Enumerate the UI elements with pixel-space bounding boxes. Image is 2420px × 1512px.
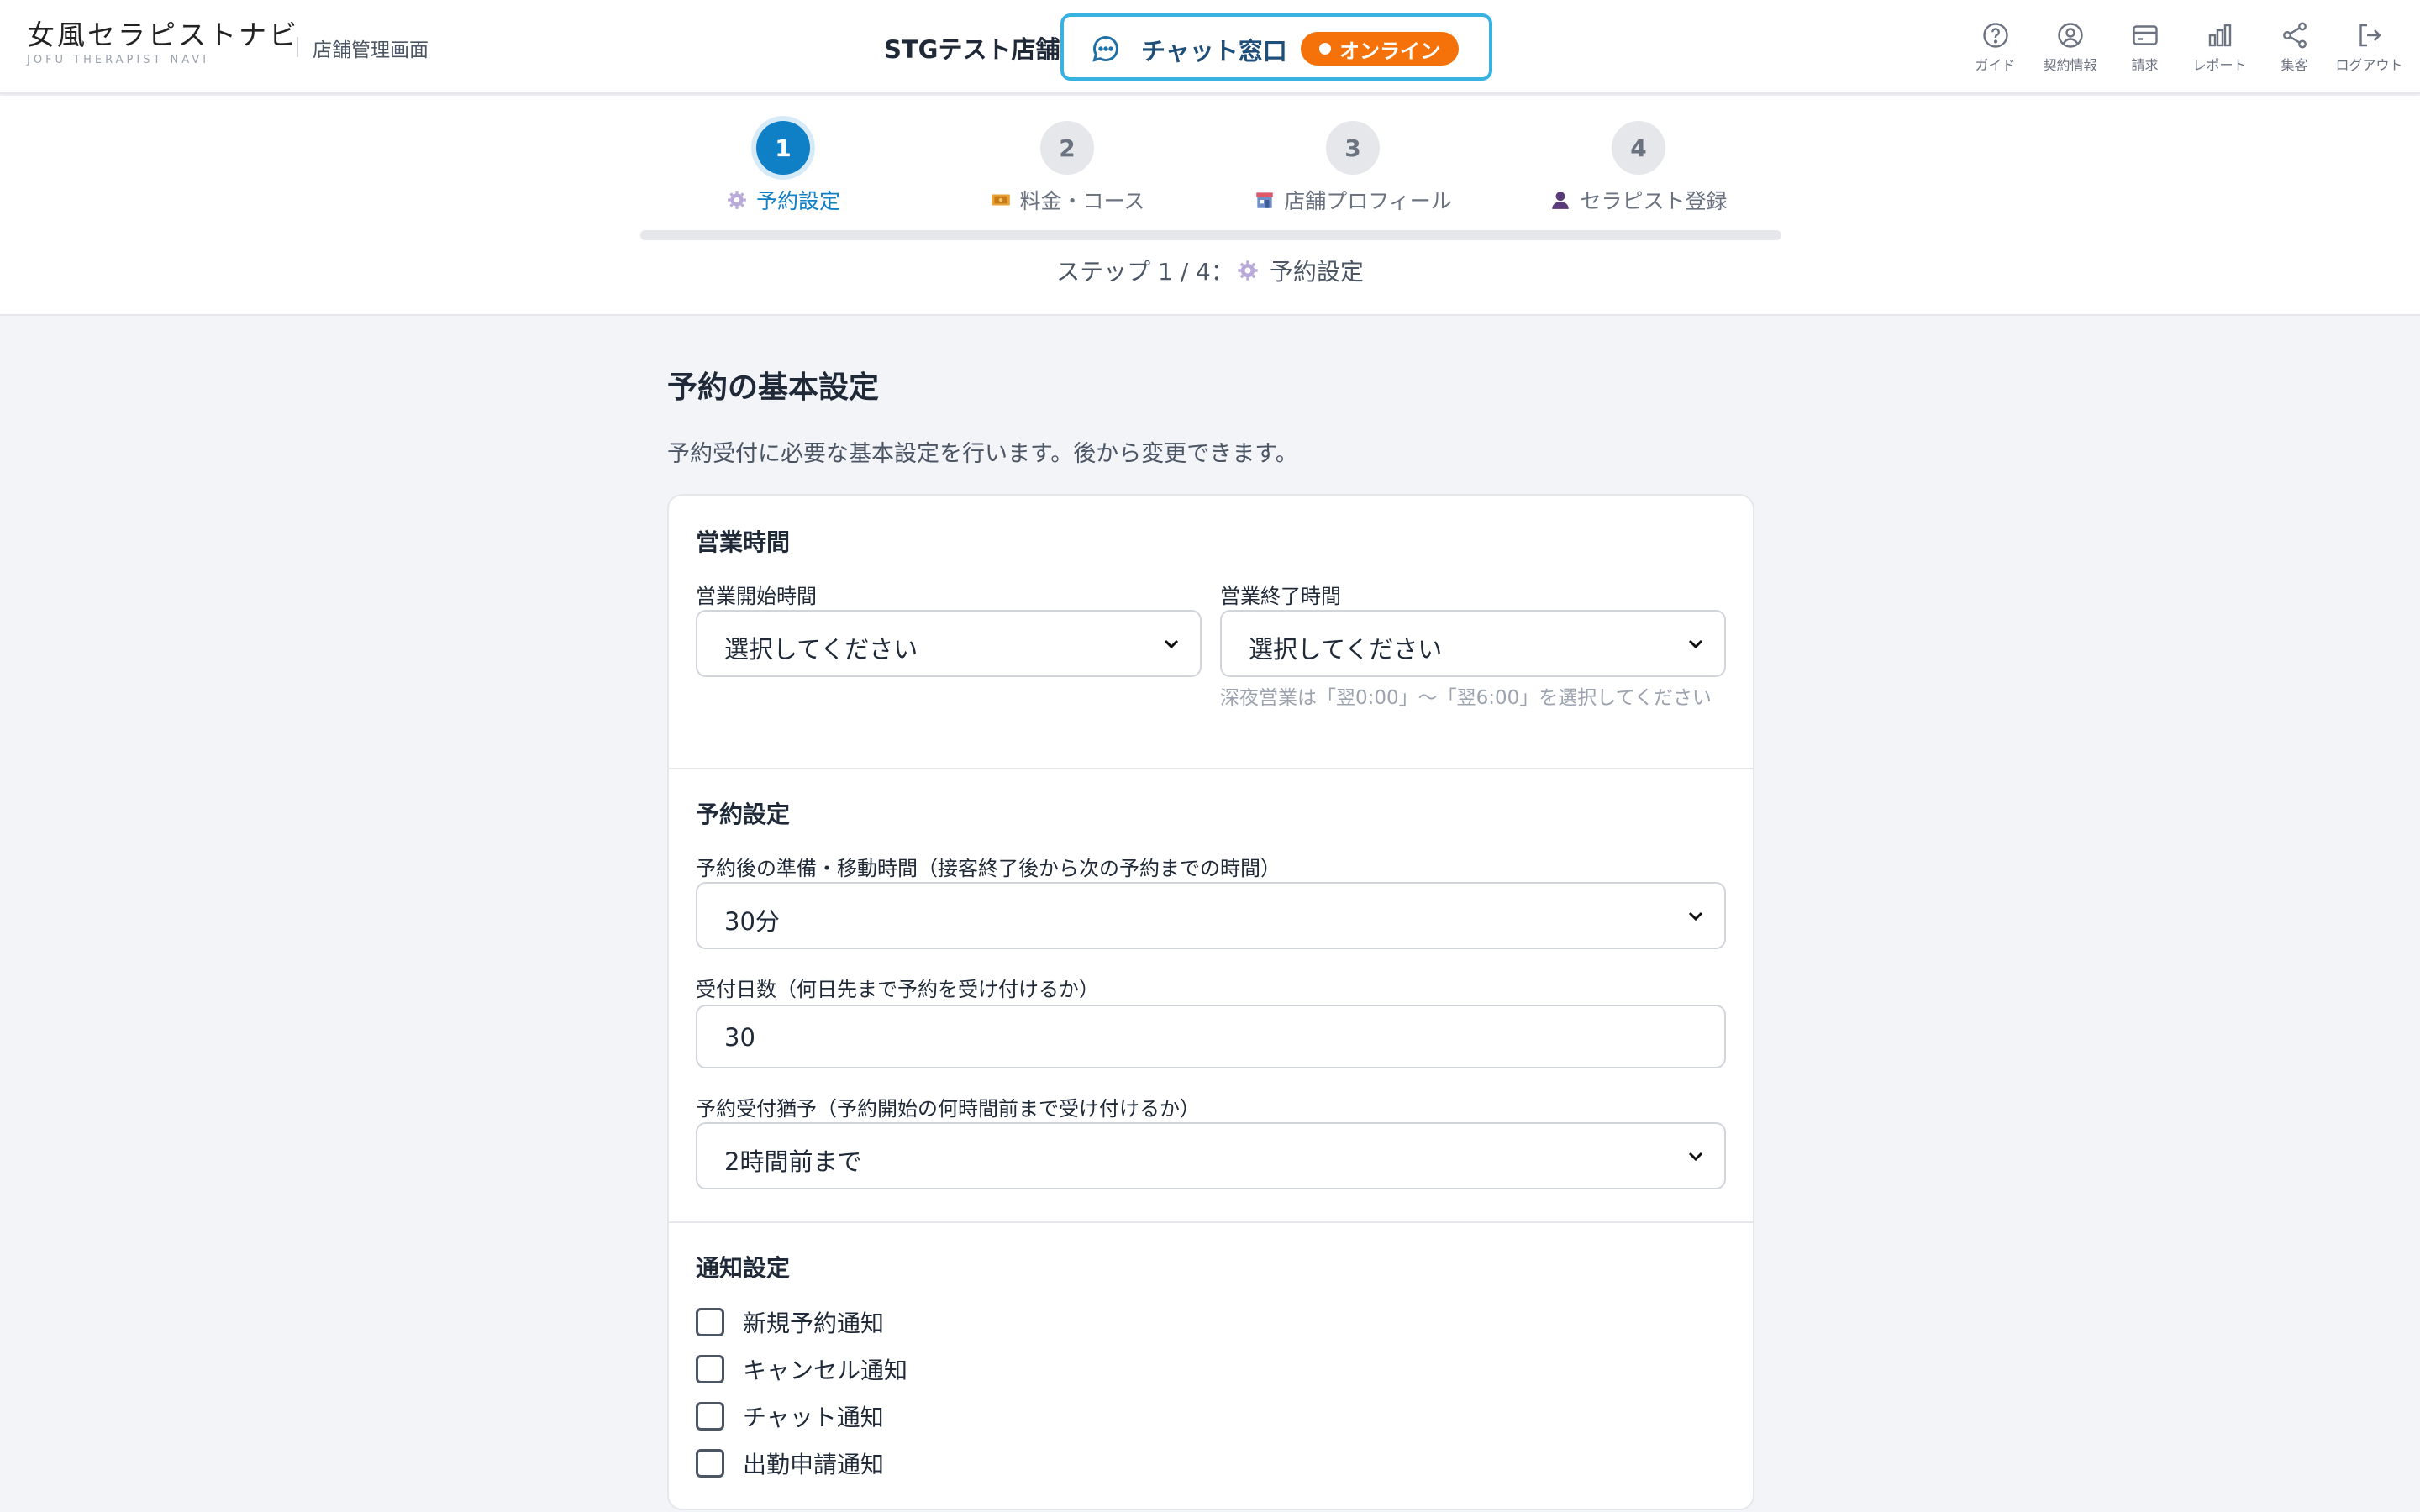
chat-window-button[interactable]: チャット窓口 オンライン xyxy=(1060,13,1492,81)
nav-marketing[interactable]: 集客 xyxy=(2257,20,2332,74)
chat-window-label: チャット窓口 xyxy=(1141,37,1287,66)
step-3[interactable]: 3 店舗プロフィール xyxy=(1210,121,1496,215)
cancel-notify-option[interactable]: キャンセル通知 xyxy=(696,1352,908,1386)
page-description: 予約受付に必要な基本設定を行います。後から変更できます。 xyxy=(667,441,1298,467)
user-circle-icon xyxy=(2057,23,2083,48)
nav-guide-label: ガイド xyxy=(1975,57,2016,73)
online-status-text: オンライン xyxy=(1339,39,1440,63)
step-1-label: 予約設定 xyxy=(755,189,840,213)
gear-icon xyxy=(1238,260,1258,281)
start-time-select[interactable]: 選択してください xyxy=(696,610,1202,677)
cancel-notify-checkbox[interactable] xyxy=(696,1355,724,1383)
step-caption-prefix: ステップ 1 / 4： xyxy=(1056,258,1234,286)
nav-guide[interactable]: ガイド xyxy=(1958,20,2033,74)
late-night-hint: 深夜営業は「翌0:00」〜「翌6:00」を選択してください xyxy=(1220,687,1712,709)
nav-billing[interactable]: 請求 xyxy=(2107,20,2182,74)
setup-stepper: 1 予約設定 2 料金・コース 3 店舗プロフィール 4 セラピスト登録 ステッ… xyxy=(0,96,2420,316)
step-2-label-wrap: 料金・コース xyxy=(990,185,1145,215)
chat-notify-label: チャット通知 xyxy=(743,1404,884,1431)
logout-icon xyxy=(2359,24,2381,47)
notification-settings-title: 通知設定 xyxy=(696,1254,791,1282)
prep-time-label: 予約後の準備・移動時間（接客終了後から次の予約までの時間） xyxy=(696,857,1281,880)
page-title: 予約の基本設定 xyxy=(667,370,880,405)
prep-time-select[interactable]: 30分 xyxy=(696,882,1726,949)
reservation-settings-title: 予約設定 xyxy=(696,801,791,828)
section-divider xyxy=(669,768,1753,769)
new-booking-notify-label: 新規予約通知 xyxy=(743,1310,885,1337)
grace-period-select[interactable]: 2時間前まで xyxy=(696,1122,1726,1189)
store-icon xyxy=(1256,192,1273,208)
settings-card: 営業時間 営業開始時間 選択してください 営業終了時間 選択してください 深夜営… xyxy=(667,494,1754,1510)
chevron-down-icon xyxy=(1688,911,1703,921)
step-4[interactable]: 4 セラピスト登録 xyxy=(1496,121,1781,215)
logo-divider xyxy=(297,37,298,57)
end-time-label: 営業終了時間 xyxy=(1220,585,1341,608)
admin-label: 店舗管理画面 xyxy=(313,39,429,61)
chevron-down-icon xyxy=(1688,639,1703,649)
store-name: STGテスト店舗 xyxy=(884,35,1060,64)
prep-time-value: 30分 xyxy=(724,907,780,936)
booking-days-value: 30 xyxy=(724,1023,755,1052)
step-3-label: 店舗プロフィール xyxy=(1284,189,1452,213)
step-3-number: 3 xyxy=(1326,121,1380,175)
chat-notify-checkbox[interactable] xyxy=(696,1402,724,1431)
booking-days-label: 受付日数（何日先まで予約を受け付けるか） xyxy=(696,978,1099,1001)
chevron-down-icon xyxy=(1688,1152,1703,1162)
step-4-label: セラピスト登録 xyxy=(1580,189,1728,213)
shift-request-notify-checkbox[interactable] xyxy=(696,1449,724,1478)
nav-report[interactable]: レポート xyxy=(2182,20,2257,74)
bar-chart-icon xyxy=(2208,24,2231,47)
step-4-label-wrap: セラピスト登録 xyxy=(1549,185,1728,215)
chat-bubble-icon xyxy=(1092,36,1119,62)
nav-logout[interactable]: ログアウト xyxy=(2332,20,2407,74)
grace-period-label: 予約受付猶予（予約開始の何時間前まで受け付けるか） xyxy=(696,1097,1200,1121)
start-time-value: 選択してください xyxy=(724,635,918,664)
credit-card-icon xyxy=(2132,25,2158,45)
nav-contract-label: 契約情報 xyxy=(2043,57,2097,73)
new-booking-notify-option[interactable]: 新規予約通知 xyxy=(696,1305,884,1339)
booking-days-input[interactable]: 30 xyxy=(696,1005,1726,1068)
cancel-notify-label: キャンセル通知 xyxy=(743,1357,908,1384)
step-2-number: 2 xyxy=(1040,121,1094,175)
step-3-label-wrap: 店舗プロフィール xyxy=(1254,185,1452,215)
site-logo[interactable]: 女風セラピストナビ JOFU THERAPIST NAVI xyxy=(27,18,299,66)
help-circle-icon xyxy=(1982,23,2008,48)
step-1[interactable]: 1 予約設定 xyxy=(640,121,926,215)
online-dot-icon xyxy=(1319,43,1331,55)
share-icon xyxy=(2282,22,2307,49)
step-4-number: 4 xyxy=(1612,121,1665,175)
top-header: 女風セラピストナビ JOFU THERAPIST NAVI 店舗管理画面 STG… xyxy=(0,0,2420,94)
step-progress-bar xyxy=(640,230,1781,240)
online-status-badge: オンライン xyxy=(1301,32,1459,66)
nav-marketing-label: 集客 xyxy=(2281,57,2308,73)
step-1-label-wrap: 予約設定 xyxy=(726,185,840,215)
nav-logout-label: ログアウト xyxy=(2335,57,2403,73)
shift-request-notify-label: 出勤申請通知 xyxy=(743,1451,885,1478)
money-icon xyxy=(991,194,1010,206)
business-hours-title: 営業時間 xyxy=(696,528,791,556)
new-booking-notify-checkbox[interactable] xyxy=(696,1308,724,1336)
section-divider xyxy=(669,1221,1753,1223)
logo-subtitle: JOFU THERAPIST NAVI xyxy=(27,54,210,66)
step-2-label: 料金・コース xyxy=(1019,189,1145,213)
logo-title: 女風セラピストナビ xyxy=(27,18,299,51)
step-caption: ステップ 1 / 4： 予約設定 xyxy=(0,254,2420,287)
nav-report-label: レポート xyxy=(2192,57,2247,73)
header-nav: ガイド 契約情報 請求 レポート 集客 ログアウト xyxy=(1958,20,2407,74)
end-time-value: 選択してください xyxy=(1249,635,1443,664)
shift-request-notify-option[interactable]: 出勤申請通知 xyxy=(696,1446,884,1480)
step-caption-label: 予約設定 xyxy=(1269,258,1364,286)
start-time-label: 営業開始時間 xyxy=(696,585,817,608)
chevron-down-icon xyxy=(1164,639,1179,649)
step-2[interactable]: 2 料金・コース xyxy=(924,121,1210,215)
nav-contract[interactable]: 契約情報 xyxy=(2033,20,2107,74)
chat-notify-option[interactable]: チャット通知 xyxy=(696,1399,884,1433)
nav-billing-label: 請求 xyxy=(2131,57,2159,73)
gear-icon xyxy=(728,191,746,209)
grace-period-value: 2時間前まで xyxy=(724,1147,862,1176)
step-1-number: 1 xyxy=(756,121,810,175)
end-time-select[interactable]: 選択してください xyxy=(1220,610,1726,677)
person-icon xyxy=(1552,192,1570,209)
